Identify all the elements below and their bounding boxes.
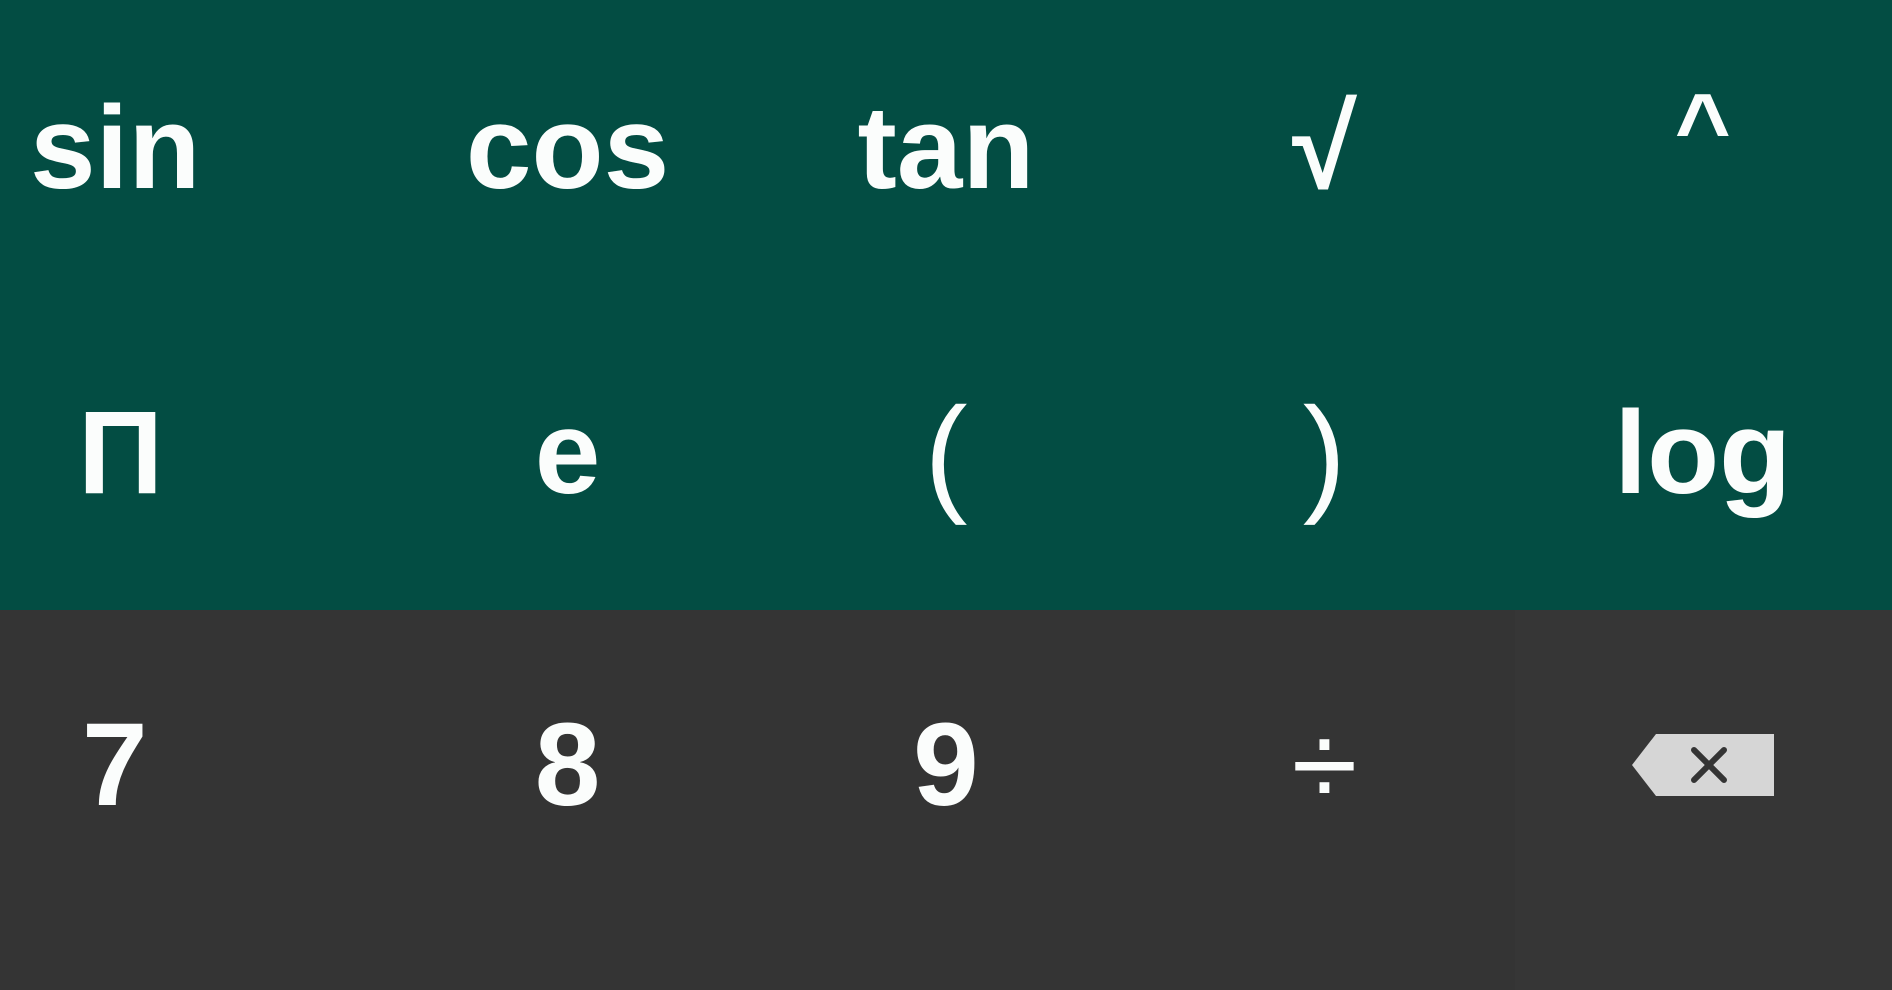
backspace-button[interactable]: [1514, 610, 1892, 920]
scientific-row-2: Π e ( ) log: [0, 285, 1892, 610]
pi-button[interactable]: Π: [0, 285, 378, 610]
log-button[interactable]: log: [1514, 285, 1892, 610]
numeric-row-1: 7 8 9 ÷: [0, 610, 1892, 920]
tan-button[interactable]: tan: [757, 0, 1135, 285]
power-button[interactable]: ^: [1514, 0, 1892, 285]
close-paren-button[interactable]: ): [1135, 285, 1513, 610]
backspace-icon: [1631, 734, 1774, 796]
e-button[interactable]: e: [378, 285, 756, 610]
digit-8-button[interactable]: 8: [378, 610, 756, 920]
scientific-row-1: sin cos tan √ ^: [0, 0, 1892, 285]
square-root-button[interactable]: √: [1135, 0, 1513, 285]
sin-button[interactable]: sin: [0, 0, 378, 285]
digit-9-button[interactable]: 9: [757, 610, 1135, 920]
calculator-keypad: sin cos tan √ ^ Π e ( ) log 7 8 9 ÷: [0, 0, 1892, 990]
cos-button[interactable]: cos: [378, 0, 756, 285]
digit-7-button[interactable]: 7: [0, 610, 378, 920]
divide-button[interactable]: ÷: [1135, 610, 1513, 920]
open-paren-button[interactable]: (: [757, 285, 1135, 610]
